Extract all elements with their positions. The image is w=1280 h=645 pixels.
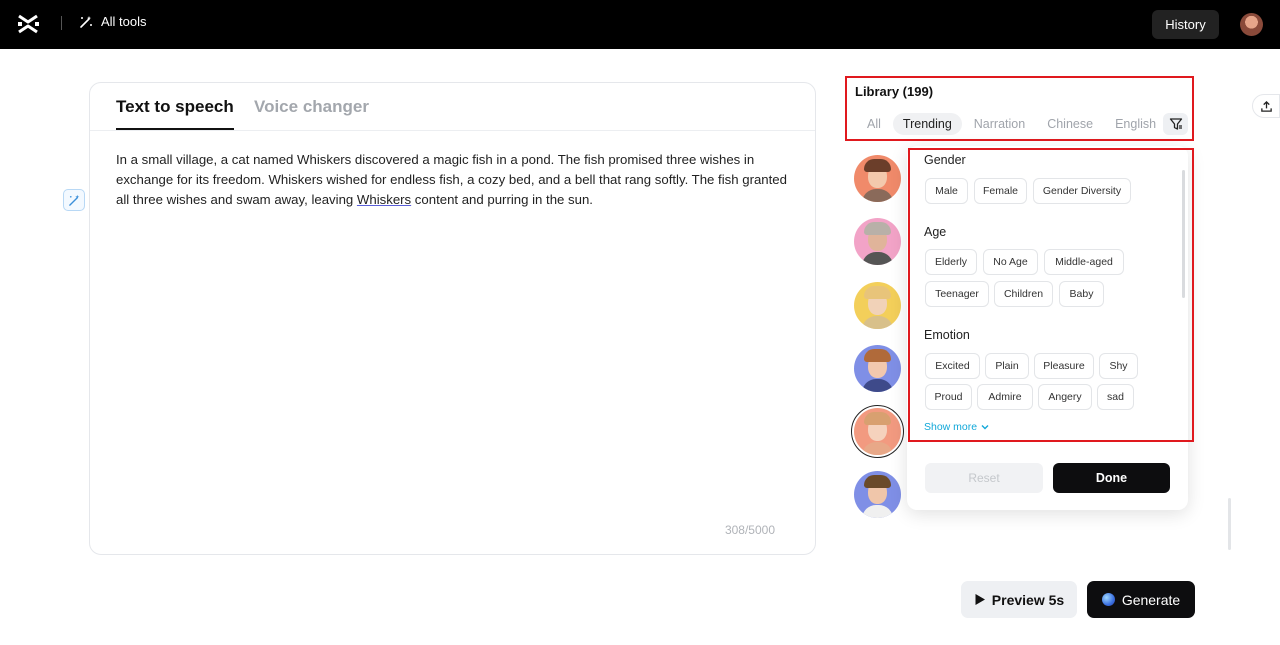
capcut-logo-icon[interactable]	[17, 13, 40, 35]
script-text-underlined: Whiskers	[356, 192, 412, 207]
preview-label: Preview 5s	[991, 591, 1065, 608]
voice-avatar-1[interactable]	[854, 155, 901, 202]
all-tools-button[interactable]: All tools	[79, 14, 147, 29]
play-icon	[975, 594, 985, 605]
upload-icon	[1260, 100, 1272, 112]
library-title: Library (199)	[855, 84, 934, 99]
category-chip-narration[interactable]: Narration	[964, 113, 1035, 135]
preview-button[interactable]: Preview 5s	[961, 581, 1077, 618]
history-button[interactable]: History	[1152, 10, 1219, 39]
voice-list-scrollbar[interactable]	[1228, 498, 1231, 550]
tab-voice-changer[interactable]: Voice changer	[254, 97, 369, 117]
ai-write-icon[interactable]	[63, 189, 85, 211]
top-divider	[61, 16, 62, 30]
voice-avatar-2[interactable]	[854, 218, 901, 265]
filter-button[interactable]	[1163, 113, 1188, 135]
reset-button[interactable]: Reset	[925, 463, 1043, 493]
done-button[interactable]: Done	[1053, 463, 1170, 493]
active-tab-indicator	[116, 128, 234, 130]
voice-avatar-4[interactable]	[854, 345, 901, 392]
category-chips: All Trending Narration Chinese English	[857, 112, 1167, 136]
tab-text-to-speech[interactable]: Text to speech	[116, 97, 234, 117]
filter-icon	[1169, 118, 1182, 130]
category-chip-chinese[interactable]: Chinese	[1037, 113, 1103, 135]
magic-wand-icon	[80, 15, 92, 28]
generate-orb-icon	[1101, 593, 1115, 606]
top-bar: All tools History	[0, 0, 1280, 49]
category-chip-all[interactable]: All	[857, 113, 891, 135]
user-avatar[interactable]	[1240, 13, 1263, 36]
character-count: 308/5000	[724, 523, 775, 537]
filter-highlight-box	[908, 148, 1194, 442]
generate-button[interactable]: Generate	[1087, 581, 1195, 618]
all-tools-label: All tools	[101, 14, 147, 29]
mode-tabs: Text to speech Voice changer	[90, 83, 815, 131]
script-text-end: content and purring in the sun.	[411, 192, 593, 207]
upload-voice-button[interactable]	[1252, 94, 1280, 118]
script-text-area[interactable]: In a small village, a cat named Whiskers…	[116, 150, 791, 210]
category-chip-trending[interactable]: Trending	[892, 113, 962, 135]
generate-label: Generate	[1121, 591, 1181, 608]
editor-card: Text to speech Voice changer In a small …	[89, 82, 816, 555]
voice-avatar-3[interactable]	[854, 282, 901, 329]
voice-avatar-6[interactable]	[854, 471, 901, 518]
category-chip-english[interactable]: English	[1105, 113, 1166, 135]
voice-avatar-5[interactable]	[854, 408, 901, 455]
